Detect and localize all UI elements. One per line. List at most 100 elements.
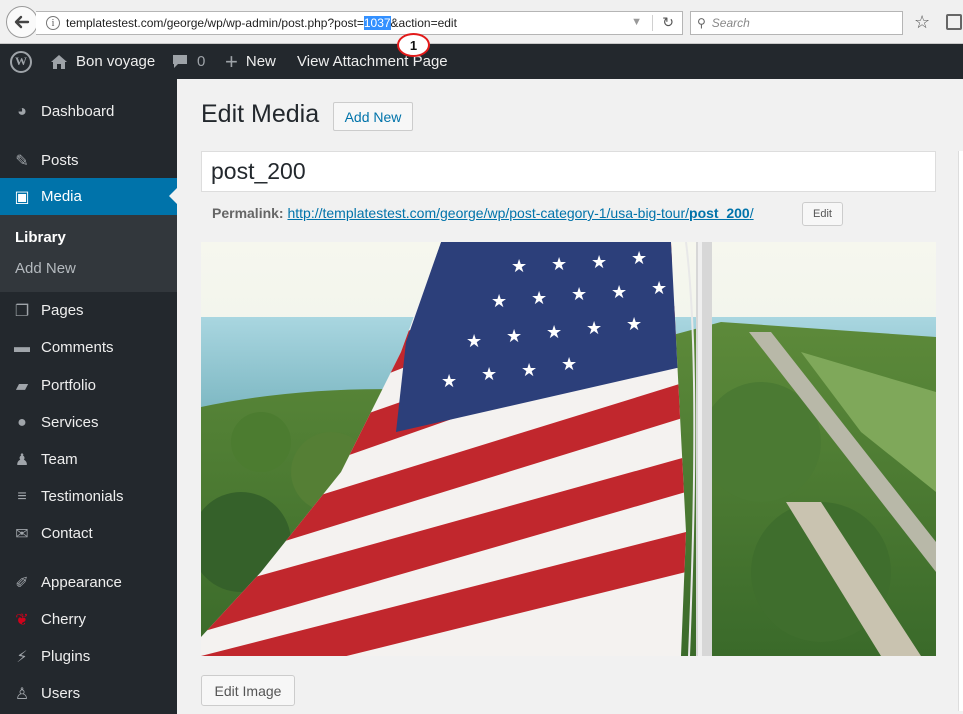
sidebar-item-label: Testimonials [41,488,124,505]
person-icon: ♟ [14,451,30,469]
svg-text:★: ★ [561,354,577,375]
site-name: Bon voyage [76,53,156,70]
bookmark-star-icon[interactable]: ☆ [914,12,930,33]
sidebar-item-users[interactable]: ♙ Users [0,675,177,712]
sidebar-item-plugins[interactable]: ⚡ Plugins [0,638,177,675]
sidebar-item-label: Posts [41,152,79,169]
svg-text:★: ★ [571,284,587,305]
permalink-link[interactable]: http://templatestest.com/george/wp/post-… [287,205,753,221]
sidebar-item-label: Contact [41,525,93,542]
wp-logo-menu[interactable]: W [10,44,32,79]
sidebar-item-label: Media [41,188,82,205]
sidebar-item-label: Comments [41,339,114,356]
sidebar-item-pages[interactable]: ❐ Pages [0,292,177,329]
media-submenu: Library Add New [0,215,177,292]
comments-link[interactable]: 0 [172,44,205,79]
search-icon: ⚲ [697,16,706,30]
sidebar-item-label: Team [41,451,78,468]
add-new-button[interactable]: Add New [333,102,413,131]
user-icon: ♙ [14,685,30,703]
comment-icon: ▬ [14,338,30,356]
svg-text:★: ★ [631,248,647,269]
plug-icon: ⚡ [16,648,28,666]
svg-text:★: ★ [611,282,627,303]
svg-text:★: ★ [511,256,527,277]
cherry-icon: ❦ [15,611,29,629]
permalink-row: Permalink: http://templatestest.com/geor… [212,205,754,221]
folder-icon: ▰ [15,377,29,395]
sidebar-item-dashboard[interactable]: ◕ Dashboard [0,93,177,130]
permalink-label: Permalink: [212,205,284,221]
sidebar-item-label: Cherry [41,611,87,628]
permalink-edit-button[interactable]: Edit [802,202,843,226]
svg-text:★: ★ [521,360,537,381]
sidebar-item-appearance[interactable]: ✐ Appearance [0,564,177,601]
submenu-add-new[interactable]: Add New [15,260,76,277]
svg-text:★: ★ [651,278,667,299]
sidebar-item-label: Users [41,685,81,702]
url-dropdown-icon[interactable]: ▼ [631,16,642,28]
back-button[interactable] [6,6,38,38]
sidebar-item-label: Portfolio [41,377,97,394]
back-arrow-icon [14,15,30,29]
pages-icon: ❐ [14,302,30,320]
svg-text:★: ★ [626,314,642,335]
browser-search-input[interactable]: ⚲ Search [690,11,903,35]
sidebar-item-cherry[interactable]: ❦ Cherry [0,601,177,638]
mail-icon: ✉ [15,525,29,543]
sidebar-item-testimonials[interactable]: ≡ Testimonials [0,478,177,515]
sidebar-item-posts[interactable]: ✎ Posts [0,142,177,179]
sidebar-item-label: Plugins [41,648,91,665]
svg-text:★: ★ [441,371,457,392]
reading-list-icon[interactable] [946,14,962,30]
edit-image-button[interactable]: Edit Image [201,675,295,706]
sidebar-item-portfolio[interactable]: ▰ Portfolio [0,367,177,404]
pin-icon: ✎ [15,152,29,170]
new-content-menu[interactable]: + New [225,44,276,79]
submenu-library[interactable]: Library [15,229,66,246]
comments-count: 0 [197,53,206,70]
dashboard-icon: ◕ [17,102,27,120]
media-icon: ▣ [14,188,30,206]
sidebar-item-contact[interactable]: ✉ Contact [0,515,177,552]
svg-text:★: ★ [531,288,547,309]
comment-bubble-icon [173,55,187,68]
side-panel-edge [958,151,963,711]
lightbulb-icon: ● [17,413,27,431]
home-icon [51,54,67,69]
wp-admin-bar: W Bon voyage 0 + New View Attachment Pag… [0,44,963,79]
page-title: Edit Media [201,100,320,128]
svg-text:★: ★ [591,252,607,273]
svg-text:★: ★ [506,326,522,347]
media-title-input[interactable]: post_200 [201,151,936,192]
sidebar-item-label: Appearance [41,574,122,591]
browser-toolbar: i templatestest.com/george/wp/wp-admin/p… [0,0,963,44]
media-image-preview: ★ ★ ★ ★ ★ ★ ★ ★ ★ ★ ★ ★ ★ ★ ★ ★ ★ ★ [201,242,936,656]
info-icon[interactable]: i [46,16,60,30]
sidebar-item-label: Pages [41,302,84,319]
admin-sidebar: ◕ Dashboard ✎ Posts ▣ Media Library Add New… [0,79,177,714]
reload-icon[interactable]: ↻ [662,14,674,31]
sidebar-item-comments[interactable]: ▬ Comments [0,329,177,366]
wordpress-logo-icon: W [10,50,32,73]
sidebar-item-services[interactable]: ● Services [0,404,177,441]
site-name-link[interactable]: Bon voyage [50,44,155,79]
url-text: templatestest.com/george/wp/wp-admin/pos… [66,16,457,30]
svg-text:★: ★ [491,291,507,312]
url-divider [652,15,653,31]
svg-text:★: ★ [586,318,602,339]
sidebar-item-label: Services [41,414,99,431]
url-highlighted-id: 1037 [363,16,391,30]
sidebar-item-team[interactable]: ♟ Team [0,441,177,478]
sidebar-item-label: Dashboard [41,103,115,120]
svg-text:★: ★ [466,331,482,352]
step-callout-marker: 1 [397,33,430,57]
address-bar[interactable]: i templatestest.com/george/wp/wp-admin/p… [36,11,683,35]
svg-text:★: ★ [551,254,567,275]
flag-photo: ★ ★ ★ ★ ★ ★ ★ ★ ★ ★ ★ ★ ★ ★ ★ ★ ★ ★ [201,242,936,656]
brush-icon: ✐ [15,574,29,592]
new-label: New [245,53,276,70]
view-attachment-label: View Attachment Page [297,53,448,70]
sidebar-item-media[interactable]: ▣ Media [0,178,177,215]
svg-text:★: ★ [546,322,562,343]
